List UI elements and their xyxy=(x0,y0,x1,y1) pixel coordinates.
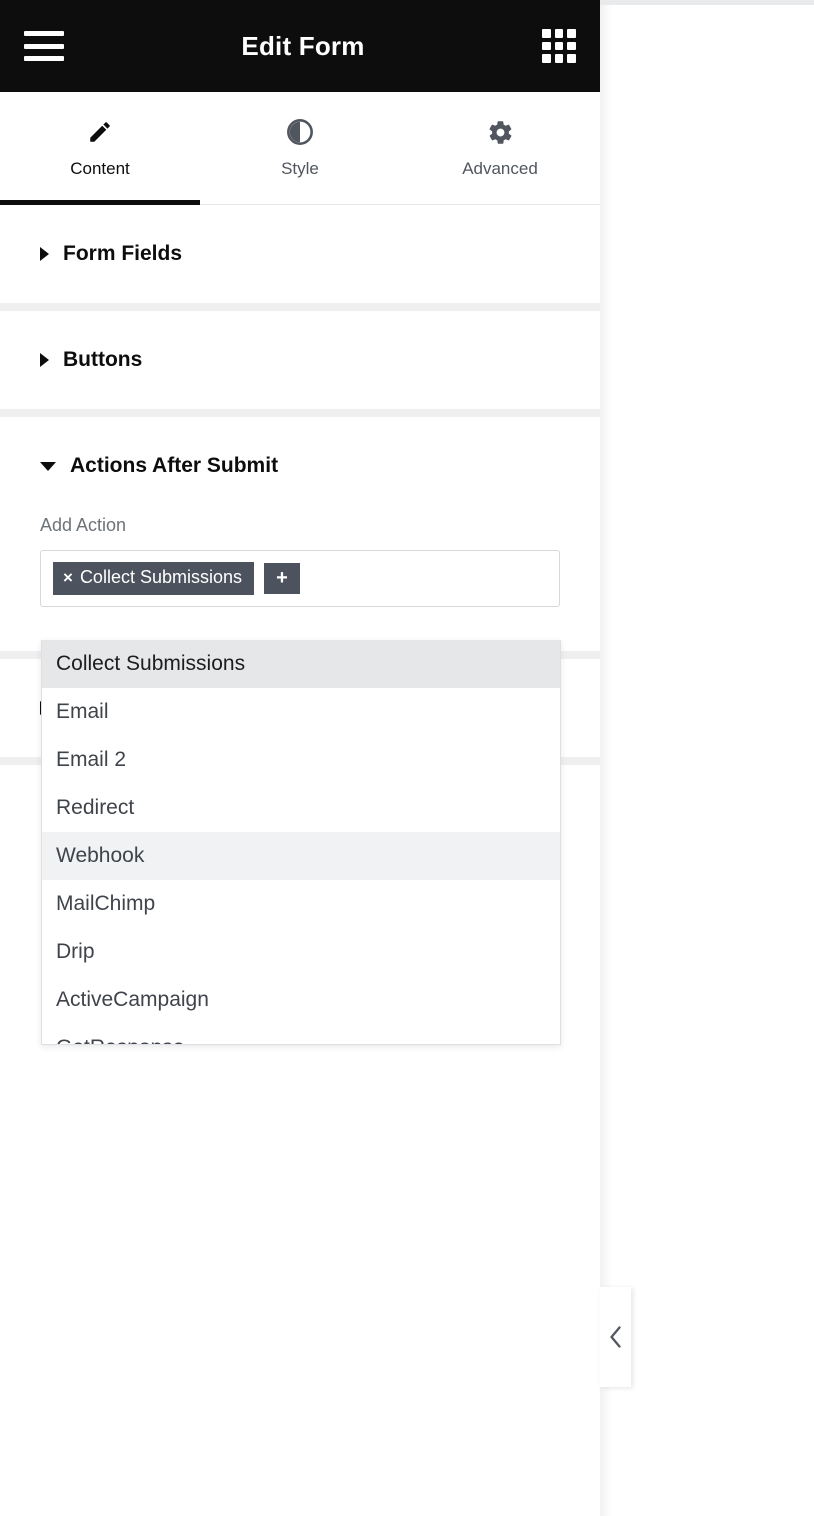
hamburger-bar xyxy=(24,31,64,36)
section-form-fields: Form Fields xyxy=(0,205,600,311)
actions-after-submit-body: Add Action × Collect Submissions + xyxy=(0,515,600,651)
canvas-top-strip xyxy=(600,0,814,5)
apps-cell xyxy=(567,54,576,63)
tab-content[interactable]: Content xyxy=(0,92,200,205)
apps-cell xyxy=(554,54,564,63)
chevron-right-icon xyxy=(40,353,49,367)
hamburger-menu-icon[interactable] xyxy=(24,31,64,61)
section-buttons-header[interactable]: Buttons xyxy=(0,311,600,409)
section-form-fields-header[interactable]: Form Fields xyxy=(0,205,600,303)
dropdown-option-drip[interactable]: Drip xyxy=(42,928,560,976)
dropdown-option-getresponse[interactable]: GetResponse xyxy=(42,1024,560,1044)
gear-icon xyxy=(487,117,514,147)
add-action-label: Add Action xyxy=(40,515,127,535)
tab-content-label: Content xyxy=(70,159,130,178)
add-action-dropdown-list[interactable]: Collect Submissions Email Email 2 Redire… xyxy=(41,640,561,1045)
section-buttons-title: Buttons xyxy=(63,348,143,371)
editor-panel: Edit Form Content Style Advanced Form Fi… xyxy=(0,0,600,1516)
section-actions-after-submit-header[interactable]: Actions After Submit xyxy=(0,417,600,515)
chevron-down-icon xyxy=(40,461,56,471)
apps-cell xyxy=(541,29,551,38)
editor-canvas-area xyxy=(600,0,814,1516)
dropdown-option-mailchimp[interactable]: MailChimp xyxy=(42,880,560,928)
pencil-icon xyxy=(87,117,113,147)
section-form-fields-title: Form Fields xyxy=(63,242,183,265)
section-actions-after-submit: Actions After Submit Add Action × Collec… xyxy=(0,417,600,659)
apps-cell xyxy=(567,29,576,38)
chip-collect-submissions[interactable]: × Collect Submissions xyxy=(53,562,254,595)
dropdown-option-webhook[interactable]: Webhook xyxy=(42,832,560,880)
apps-cell xyxy=(567,41,576,51)
chip-remove-icon[interactable]: × xyxy=(63,568,73,588)
page-title: Edit Form xyxy=(241,30,365,61)
add-action-plus-button[interactable]: + xyxy=(264,562,300,594)
panel-header: Edit Form xyxy=(0,0,600,92)
dropdown-option-email[interactable]: Email xyxy=(42,688,560,736)
section-buttons: Buttons xyxy=(0,311,600,417)
apps-grid-icon[interactable] xyxy=(541,29,576,63)
add-action-multiselect[interactable]: × Collect Submissions + xyxy=(40,550,560,607)
chevron-right-icon xyxy=(40,247,49,261)
tab-advanced[interactable]: Advanced xyxy=(400,92,600,204)
tab-style[interactable]: Style xyxy=(200,92,400,204)
apps-cell xyxy=(554,29,564,38)
dropdown-option-activecampaign[interactable]: ActiveCampaign xyxy=(42,976,560,1024)
tab-style-label: Style xyxy=(281,159,319,178)
dropdown-option-collect-submissions[interactable]: Collect Submissions xyxy=(42,640,560,688)
hamburger-bar xyxy=(24,43,64,49)
panel-collapse-button[interactable] xyxy=(600,1287,631,1387)
dropdown-option-redirect[interactable]: Redirect xyxy=(42,784,560,832)
apps-cell xyxy=(554,41,564,51)
tab-advanced-label: Advanced xyxy=(462,159,538,178)
chevron-left-icon xyxy=(609,1326,622,1348)
apps-cell xyxy=(541,54,551,63)
dropdown-option-email-2[interactable]: Email 2 xyxy=(42,736,560,784)
chip-label: Collect Submissions xyxy=(79,567,242,587)
apps-cell xyxy=(541,41,551,51)
section-actions-after-submit-title: Actions After Submit xyxy=(70,454,279,477)
panel-tabs: Content Style Advanced xyxy=(0,92,600,205)
contrast-icon xyxy=(286,117,314,147)
hamburger-bar xyxy=(24,56,64,61)
